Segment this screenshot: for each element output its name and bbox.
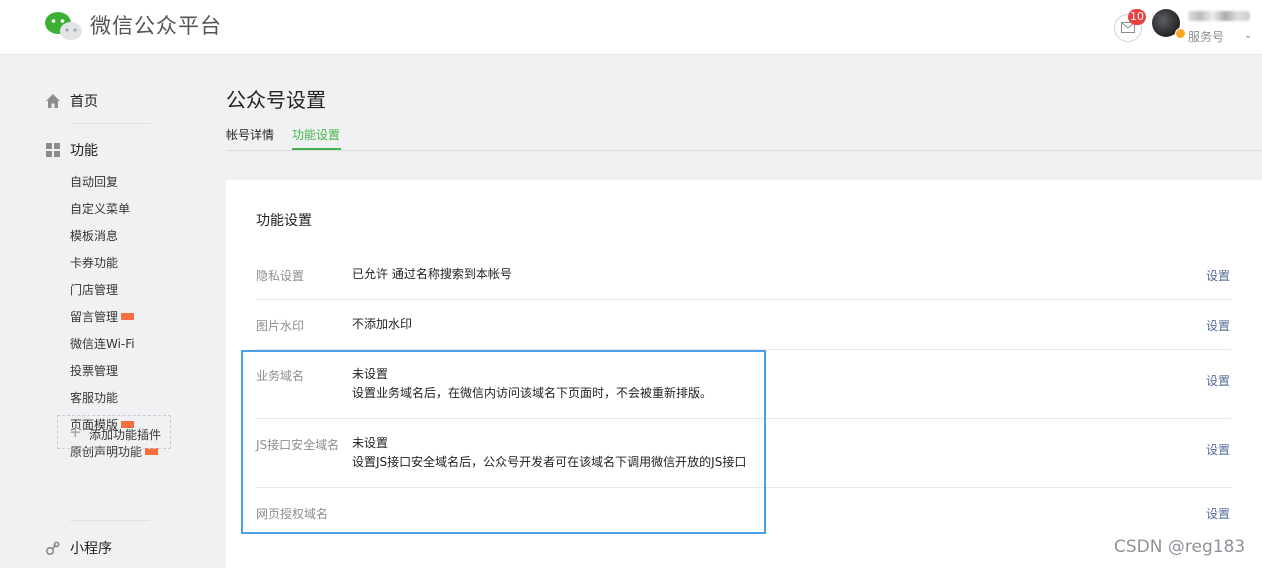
sidebar-item-label: 留言管理 <box>70 310 119 324</box>
annotation-highlight-box <box>241 350 766 534</box>
sidebar-item-label: 功能 <box>70 143 98 159</box>
active-tab-indicator <box>292 148 341 150</box>
watermark-settings-link[interactable]: 设置 <box>1206 317 1230 334</box>
home-icon <box>46 94 60 108</box>
sidebar-item-template-message[interactable]: 模板消息 <box>70 227 118 244</box>
new-badge <box>121 313 135 320</box>
account-name-blurred[interactable] <box>1188 11 1250 21</box>
add-plugin-label: 添加功能插件 <box>89 428 162 442</box>
sidebar-item-label: 模板消息 <box>70 229 119 243</box>
sidebar-item-vote[interactable]: 投票管理 <box>70 362 118 379</box>
section-title: 功能设置 <box>256 213 312 229</box>
row-label-watermark: 图片水印 <box>256 319 305 333</box>
page-title: 公众号设置 <box>226 88 326 112</box>
oauth-domain-settings-link[interactable]: 设置 <box>1206 505 1230 522</box>
tab-function-settings[interactable]: 功能设置 <box>292 126 340 143</box>
row-value-privacy: 已允许 通过名称搜索到本帐号 <box>352 267 512 281</box>
plus-icon: + <box>69 423 82 441</box>
sidebar-item-label: 微信连Wi-Fi <box>70 337 135 351</box>
sidebar-item-label: 卡券功能 <box>70 256 119 270</box>
js-domain-settings-link[interactable]: 设置 <box>1206 441 1230 458</box>
tabs-divider <box>226 150 1262 151</box>
add-plugin-button[interactable]: + 添加功能插件 <box>57 415 171 449</box>
sidebar-item-label: 首页 <box>70 94 98 110</box>
wechat-logo-icon[interactable] <box>44 10 84 42</box>
account-type-label: 服务号 <box>1188 30 1225 44</box>
new-badge <box>145 448 159 455</box>
sidebar-item-wifi[interactable]: 微信连Wi-Fi <box>70 335 135 352</box>
top-bar: 微信公众平台 10 服务号 ⌄ <box>0 0 1262 55</box>
sidebar-item-label: 小程序 <box>70 541 112 557</box>
sidebar-item-label: 门店管理 <box>70 283 119 297</box>
row-label-privacy: 隐私设置 <box>256 269 305 283</box>
sidebar-item-auto-reply[interactable]: 自动回复 <box>70 173 118 190</box>
sidebar-item-customer-service[interactable]: 客服功能 <box>70 389 118 406</box>
sidebar-item-label: 自动回复 <box>70 175 119 189</box>
sidebar-divider <box>70 520 150 521</box>
link-icon <box>45 541 60 556</box>
sidebar-item-label: 客服功能 <box>70 391 119 405</box>
tab-account-details[interactable]: 帐号详情 <box>226 126 274 143</box>
sidebar-item-stores[interactable]: 门店管理 <box>70 281 118 298</box>
sidebar-item-cards[interactable]: 卡券功能 <box>70 254 118 271</box>
sidebar-item-label: 投票管理 <box>70 364 119 378</box>
unread-badge: 10 <box>1128 9 1146 25</box>
grid-icon <box>46 143 60 157</box>
app-title[interactable]: 微信公众平台 <box>90 10 222 40</box>
chevron-down-icon[interactable]: ⌄ <box>1244 30 1252 41</box>
verified-dot <box>1175 28 1186 39</box>
row-divider <box>256 299 1231 300</box>
watermark: CSDN @reg183 <box>1114 537 1246 557</box>
business-domain-settings-link[interactable]: 设置 <box>1206 372 1230 389</box>
sidebar-item-label: 自定义菜单 <box>70 202 131 216</box>
sidebar-item-comments[interactable]: 留言管理 <box>70 308 135 325</box>
privacy-settings-link[interactable]: 设置 <box>1206 267 1230 284</box>
sidebar-item-custom-menu[interactable]: 自定义菜单 <box>70 200 130 217</box>
row-value-watermark: 不添加水印 <box>352 317 413 331</box>
sidebar-divider <box>70 123 150 124</box>
